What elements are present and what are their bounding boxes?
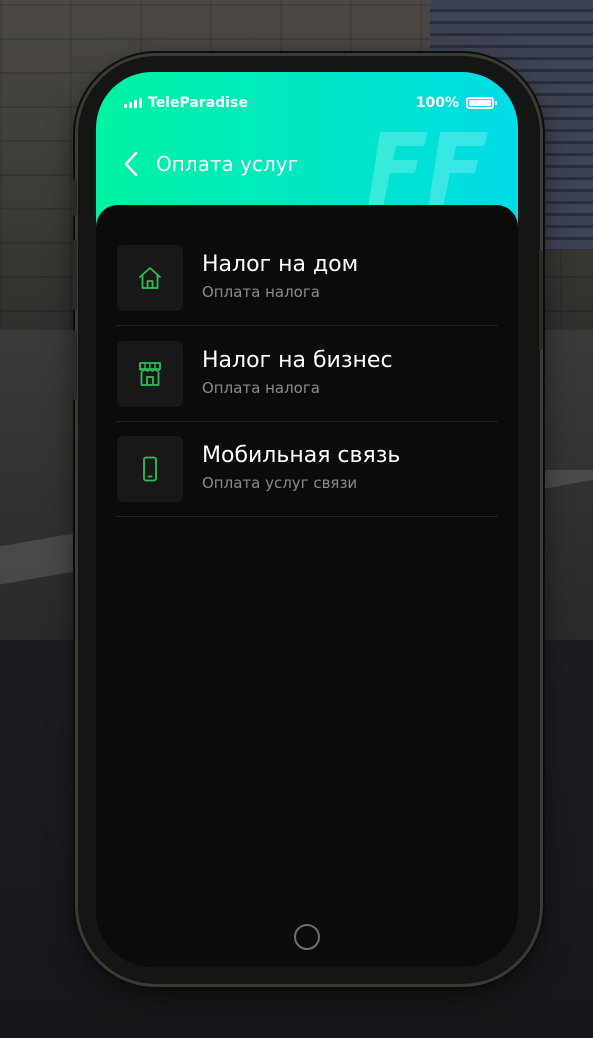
house-icon (139, 267, 161, 289)
service-icon-tile (117, 340, 183, 407)
signal-icon (124, 98, 142, 108)
page-title: Оплата услуг (156, 152, 299, 176)
service-texts: Мобильная связь Оплата услуг связи (202, 436, 400, 516)
service-title: Налог на бизнес (202, 347, 393, 373)
content-panel: Налог на дом Оплата налога Налог на бизн… (96, 205, 518, 967)
service-texts: Налог на бизнес Оплата налога (202, 341, 393, 421)
store-icon (139, 361, 161, 386)
service-subtitle: Оплата услуг связи (202, 474, 358, 492)
home-button[interactable] (294, 924, 320, 950)
carrier-name: TeleParadise (148, 95, 248, 111)
phone-power-button (539, 250, 543, 350)
status-left: TeleParadise (124, 95, 248, 111)
phone-volume-down-button (73, 330, 77, 400)
service-title: Мобильная связь (202, 443, 401, 468)
service-subtitle: Оплата налога (202, 378, 320, 397)
brand-watermark-icon (368, 132, 488, 208)
service-icon-tile (117, 245, 183, 311)
back-arrow-icon[interactable] (122, 150, 140, 178)
service-item-house-tax[interactable]: Налог на дом Оплата налога (117, 245, 498, 326)
phone-screen: TeleParadise 100% Оплата услуг Налог на … (96, 72, 518, 967)
phone-volume-up-button (73, 240, 77, 310)
phone-side-button (73, 180, 77, 216)
service-title: Налог на дом (202, 252, 359, 277)
services-list: Налог на дом Оплата налога Налог на бизн… (117, 245, 498, 532)
nav-bar: Оплата услуг (122, 150, 298, 178)
status-bar: TeleParadise 100% (124, 94, 497, 112)
service-texts: Налог на дом Оплата налога (202, 245, 358, 325)
service-icon-tile (117, 436, 183, 502)
service-subtitle: Оплата налога (202, 283, 320, 301)
service-item-business-tax[interactable]: Налог на бизнес Оплата налога (117, 340, 498, 422)
smartphone-icon (143, 456, 157, 482)
service-item-mobile[interactable]: Мобильная связь Оплата услуг связи (117, 436, 498, 517)
battery-percent: 100% (415, 95, 459, 111)
status-right: 100% (415, 95, 497, 111)
battery-icon (466, 97, 497, 109)
